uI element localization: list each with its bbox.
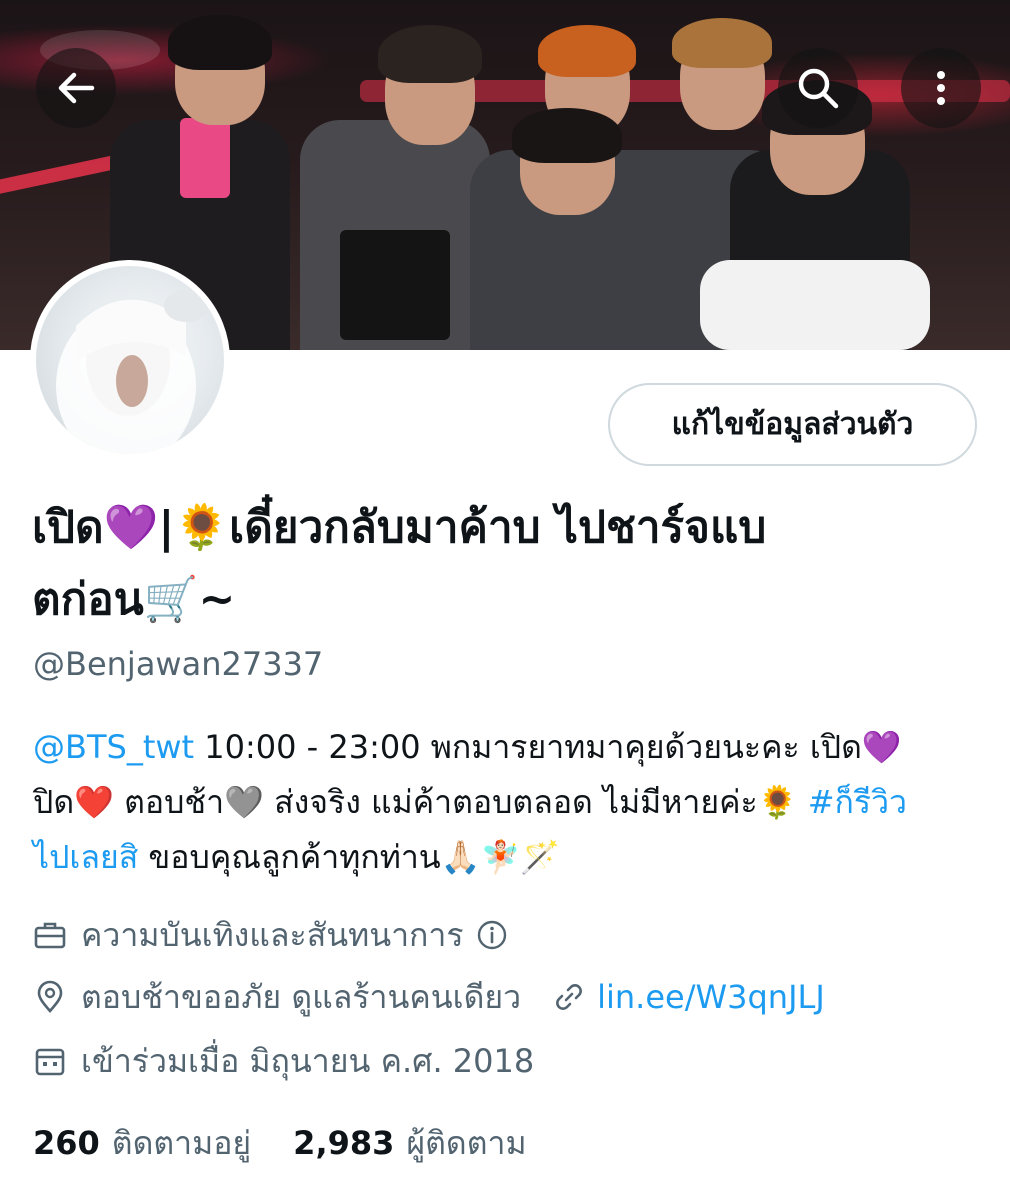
follow-stats: 260 ติดตามอยู่ 2,983 ผู้ติดตาม [33,1118,527,1168]
display-name-line: เปิด💜|🌻เดี๋ยวกลับมาค้าบ ไปชาร์จแบ [32,502,767,553]
bio-text: ขอบคุณลูกค้าทุกท่าน🙏🏻🧚🏻🪄 [138,838,561,876]
location-text: ตอบช้าขออภัย ดูแลร้านคนเดียว [81,977,522,1016]
search-icon [798,68,839,109]
person-hair [378,25,482,83]
bio-hashtag-link[interactable]: #ก็รีวิว [808,783,907,821]
joined-text: เข้าร่วมเมื่อ มิถุนายน ค.ศ. 2018 [81,1041,535,1080]
info-icon[interactable] [476,919,508,951]
link-icon [556,984,583,1010]
profile-category: ความบันเทิงและสันทนาการ [33,910,508,960]
followers-count[interactable]: 2,983 [293,1124,394,1162]
user-handle: @Benjawan27337 [33,645,324,683]
bio-hashtag-link[interactable]: ไปเลยสิ [33,838,138,876]
display-name-line: ตก่อน🛒~ [32,574,236,625]
following-count[interactable]: 260 [33,1124,100,1162]
profile-avatar[interactable] [30,260,230,460]
profile-bio: @BTS_twt 10:00 - 23:00 พกมารยาทมาคุยด้วย… [33,720,978,885]
more-button[interactable] [901,48,981,128]
profile-page: แก้ไขข้อมูลส่วนตัว เปิด💜|🌻เดี๋ยวกลับมาค้… [0,0,1010,1200]
following-label[interactable]: ติดตามอยู่ [112,1118,251,1169]
more-vertical-icon [937,71,945,105]
person-sleeve [700,260,930,350]
person-hair [168,15,272,70]
back-button[interactable] [36,48,116,128]
profile-location-website: ตอบช้าขออภัย ดูแลร้านคนเดียว lin.ee/W3qn… [33,972,825,1022]
bio-text: ปิด❤️ ตอบช้า🩶 ส่งจริง แม่ค้าตอบตลอด ไม่ม… [33,783,808,821]
bio-text: 10:00 - 23:00 พกมารยาทมาคุยด้วยนะคะ เปิด… [194,728,902,766]
person-hair [512,108,622,163]
person-shirt [180,118,230,198]
avatar-image [56,290,208,454]
bio-mention-link[interactable]: @BTS_twt [33,728,194,766]
profile-joined-date: เข้าร่วมเมื่อ มิถุนายน ค.ศ. 2018 [33,1036,534,1086]
person-hair [538,25,636,77]
search-button[interactable] [778,48,858,128]
edit-profile-button[interactable]: แก้ไขข้อมูลส่วนตัว [608,383,977,466]
camera-equipment [340,230,450,340]
followers-label[interactable]: ผู้ติดตาม [406,1118,526,1169]
briefcase-icon [34,922,66,949]
category-text: ความบันเทิงและสันทนาการ [81,915,464,954]
website-link[interactable]: lin.ee/W3qnJLJ [597,978,825,1016]
arrow-left-icon [58,72,95,104]
calendar-icon [35,1048,65,1076]
location-pin-icon [37,980,63,1013]
person-hair [672,18,772,68]
display-name: เปิด💜|🌻เดี๋ยวกลับมาค้าบ ไปชาร์จแบ ตก่อน🛒… [32,492,972,636]
